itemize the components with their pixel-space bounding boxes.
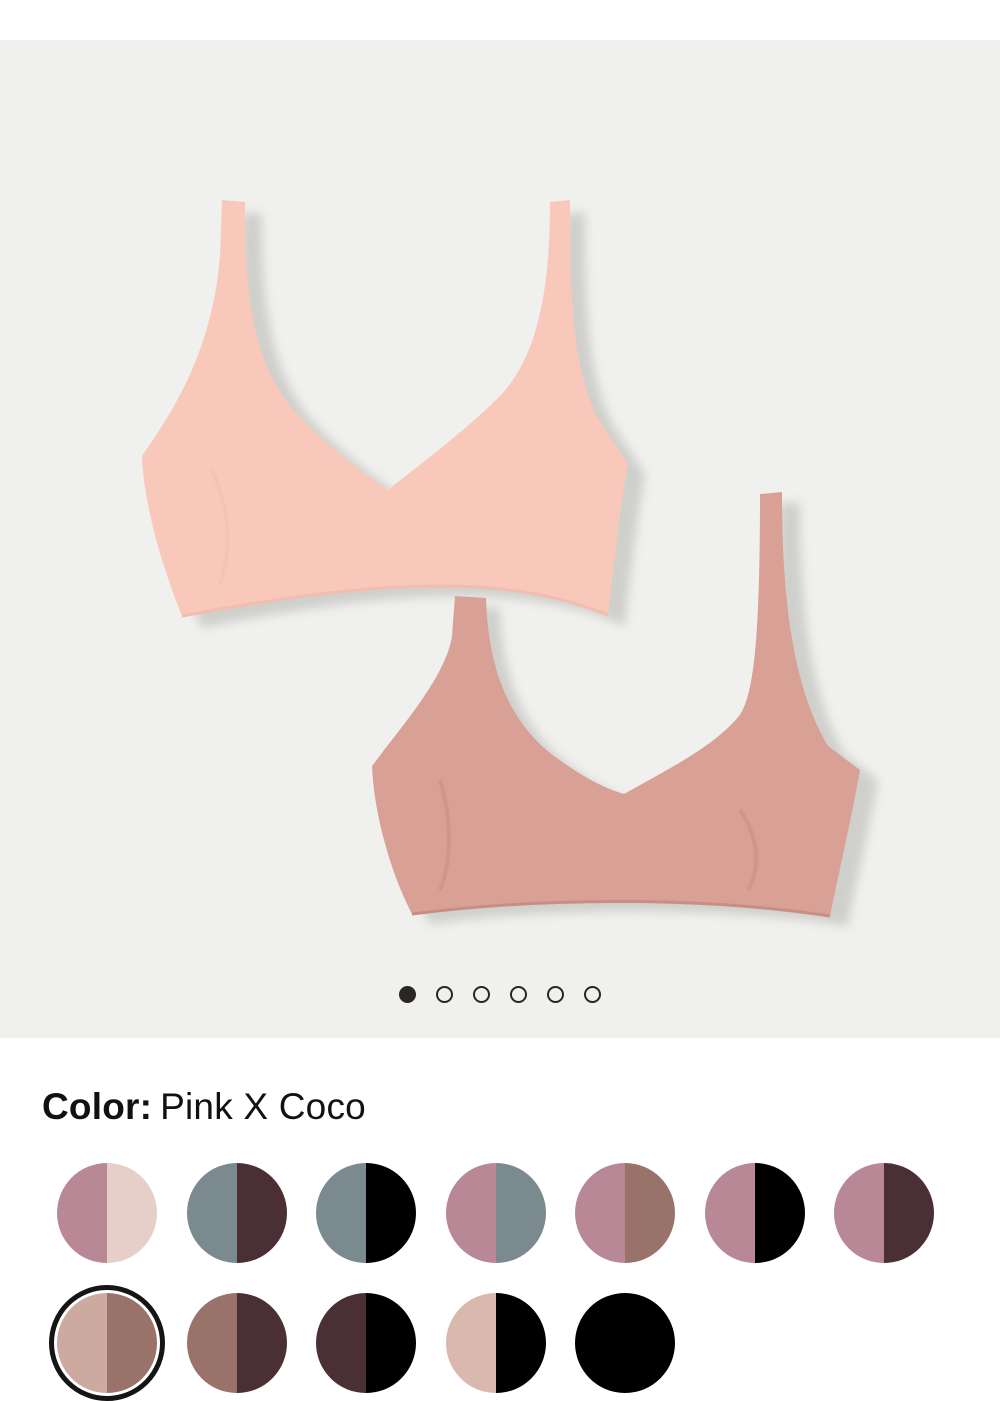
carousel-dot-3[interactable] (473, 986, 490, 1003)
color-swatch[interactable] (57, 1163, 157, 1263)
swatch-right-half (366, 1163, 416, 1263)
swatch-left-half (186, 1293, 237, 1393)
swatch-left-half (316, 1293, 366, 1393)
color-swatch[interactable] (834, 1163, 934, 1263)
selected-color-name: Pink X Coco (160, 1086, 366, 1127)
color-swatch[interactable] (186, 1293, 287, 1393)
swatch-left-half (704, 1163, 755, 1263)
swatch-right-half (625, 1163, 675, 1263)
swatch-right-half (754, 1163, 805, 1263)
carousel-dots (0, 986, 1000, 1003)
carousel-dot-5[interactable] (547, 986, 564, 1003)
swatch-left-half (575, 1163, 625, 1263)
carousel-dot-4[interactable] (510, 986, 527, 1003)
color-label: Color: (42, 1086, 153, 1127)
carousel-dot-1[interactable] (399, 986, 416, 1003)
swatch-right-half (236, 1293, 287, 1393)
color-selection-heading: Color: Pink X Coco (42, 1086, 366, 1128)
swatch-right-half (625, 1293, 675, 1393)
color-swatch[interactable] (445, 1293, 546, 1393)
swatch-right-half (107, 1293, 157, 1393)
color-swatch[interactable] (57, 1293, 157, 1393)
swatch-left-half (445, 1293, 496, 1393)
swatch-right-half (107, 1163, 157, 1263)
carousel-dot-2[interactable] (436, 986, 453, 1003)
swatch-left-half (186, 1163, 237, 1263)
color-swatch[interactable] (186, 1163, 287, 1263)
swatch-right-half (236, 1163, 287, 1263)
bra-pink (142, 200, 628, 616)
swatch-left-half (575, 1293, 625, 1393)
color-swatch[interactable] (316, 1293, 416, 1393)
swatch-right-half (884, 1163, 934, 1263)
swatch-right-half (495, 1293, 546, 1393)
swatch-left-half (57, 1293, 107, 1393)
product-gallery[interactable] (0, 40, 1000, 1038)
swatch-left-half (445, 1163, 496, 1263)
swatch-right-half (366, 1293, 416, 1393)
color-swatch[interactable] (445, 1163, 546, 1263)
swatch-left-half (834, 1163, 884, 1263)
swatch-left-half (316, 1163, 366, 1263)
color-swatch[interactable] (575, 1293, 675, 1393)
color-swatch[interactable] (575, 1163, 675, 1263)
swatch-right-half (495, 1163, 546, 1263)
color-swatch[interactable] (704, 1163, 805, 1263)
color-swatch[interactable] (316, 1163, 416, 1263)
product-image (142, 200, 878, 926)
swatch-left-half (57, 1163, 107, 1263)
carousel-dot-6[interactable] (584, 986, 601, 1003)
